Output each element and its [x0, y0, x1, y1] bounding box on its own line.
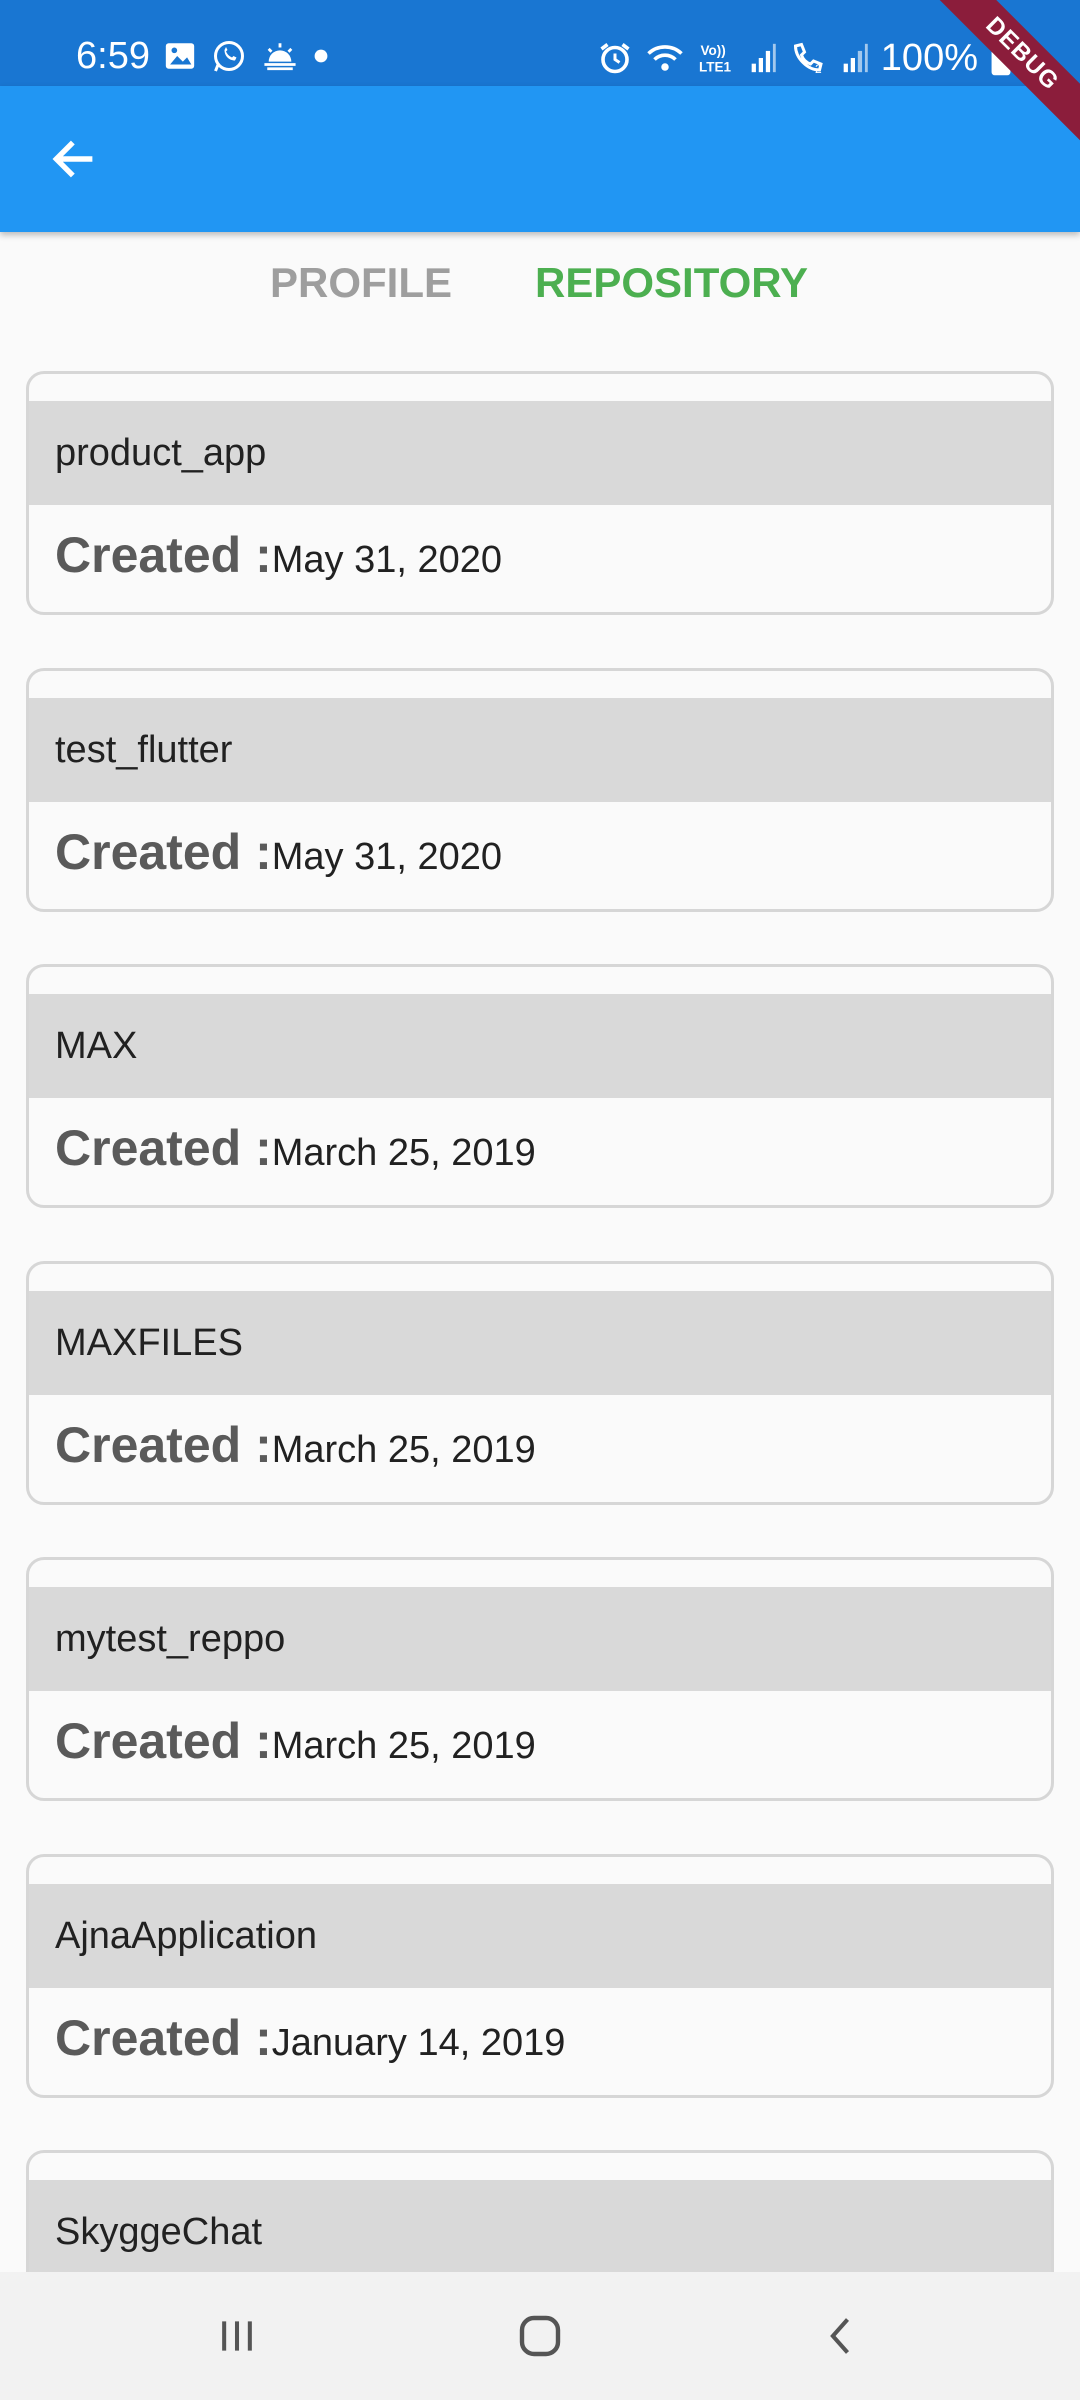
created-date: May 31, 2020	[271, 539, 502, 581]
repository-name-band: MAXFILES	[29, 1291, 1051, 1395]
alarm-icon	[600, 43, 630, 74]
repository-name-band: AjnaApplication	[29, 1884, 1051, 1988]
repository-name-band: SkyggeChat	[29, 2180, 1051, 2284]
home-button[interactable]	[505, 2304, 575, 2368]
repository-name-band: mytest_reppo	[29, 1587, 1051, 1691]
recent-apps-icon	[222, 2321, 252, 2351]
repository-name-band: MAX	[29, 994, 1051, 1098]
repository-name: MAXFILES	[55, 1322, 243, 1364]
svg-text:2: 2	[815, 62, 822, 76]
repository-card[interactable]: test_flutter Created :May 31, 2020	[26, 668, 1054, 912]
recent-apps-button[interactable]	[202, 2304, 272, 2368]
back-button[interactable]	[40, 126, 106, 192]
battery-percent: 100%	[880, 37, 978, 79]
repository-card[interactable]: product_app Created :May 31, 2020	[26, 371, 1054, 615]
tab-bar: PROFILE REPOSITORY	[0, 232, 1080, 332]
created-date: January 14, 2019	[271, 2022, 566, 2064]
created-date: March 25, 2019	[271, 1429, 536, 1471]
created-date: March 25, 2019	[271, 1132, 536, 1174]
repository-name: mytest_reppo	[55, 1618, 286, 1660]
status-bar: 6:59 Vo)) LTE1 2 100%	[0, 0, 1080, 86]
repository-created: Created :March 25, 2019	[55, 1416, 536, 1474]
app-bar	[0, 86, 1080, 232]
svg-text:LTE1: LTE1	[699, 60, 731, 75]
created-label: Created :	[55, 2010, 272, 2066]
repository-name: test_flutter	[55, 729, 233, 771]
status-time: 6:59	[76, 35, 150, 77]
repository-card[interactable]: mytest_reppo Created :March 25, 2019	[26, 1557, 1054, 1801]
volte-icon: Vo)) LTE1	[699, 43, 731, 75]
whatsapp-icon	[214, 41, 244, 72]
status-left-icons	[163, 38, 329, 74]
signal-icon	[751, 43, 776, 73]
repository-created: Created :January 14, 2019	[55, 2009, 565, 2067]
repository-card[interactable]: MAXFILES Created :March 25, 2019	[26, 1261, 1054, 1505]
created-label: Created :	[55, 1120, 272, 1176]
repository-created: Created :March 25, 2019	[55, 1119, 536, 1177]
signal2-icon	[843, 43, 868, 73]
repository-created: Created :March 25, 2019	[55, 1712, 536, 1770]
weather-icon	[264, 43, 296, 71]
created-label: Created :	[55, 1417, 272, 1473]
repository-created: Created :May 31, 2020	[55, 526, 502, 584]
created-date: March 25, 2019	[271, 1725, 536, 1767]
wifi-icon	[647, 45, 683, 71]
svg-text:Vo)): Vo))	[700, 43, 725, 58]
created-label: Created :	[55, 1713, 272, 1769]
home-icon	[519, 2315, 561, 2357]
repository-card[interactable]: AjnaApplication Created :January 14, 201…	[26, 1854, 1054, 2098]
repository-name: AjnaApplication	[55, 1915, 317, 1957]
repository-created: Created :May 31, 2020	[55, 823, 502, 881]
created-label: Created :	[55, 527, 272, 583]
image-icon	[165, 43, 195, 69]
created-date: May 31, 2020	[271, 836, 502, 878]
back-icon	[830, 2318, 850, 2354]
nav-back-button[interactable]	[807, 2304, 877, 2368]
tab-profile[interactable]: PROFILE	[270, 258, 452, 308]
status-right-icons: Vo)) LTE1 2 100%	[597, 36, 1012, 80]
repository-name: product_app	[55, 432, 267, 474]
call-icon: 2	[793, 42, 823, 76]
dot-icon	[314, 49, 328, 63]
repository-name-band: product_app	[29, 401, 1051, 505]
repository-name: SkyggeChat	[55, 2211, 263, 2253]
repository-name-band: test_flutter	[29, 698, 1051, 802]
created-label: Created :	[55, 824, 272, 880]
repository-name: MAX	[55, 1025, 138, 1067]
navigation-bar	[0, 2272, 1080, 2400]
repository-card[interactable]: MAX Created :March 25, 2019	[26, 964, 1054, 1208]
arrow-left-icon	[52, 140, 93, 178]
tab-repository[interactable]: REPOSITORY	[535, 258, 808, 308]
